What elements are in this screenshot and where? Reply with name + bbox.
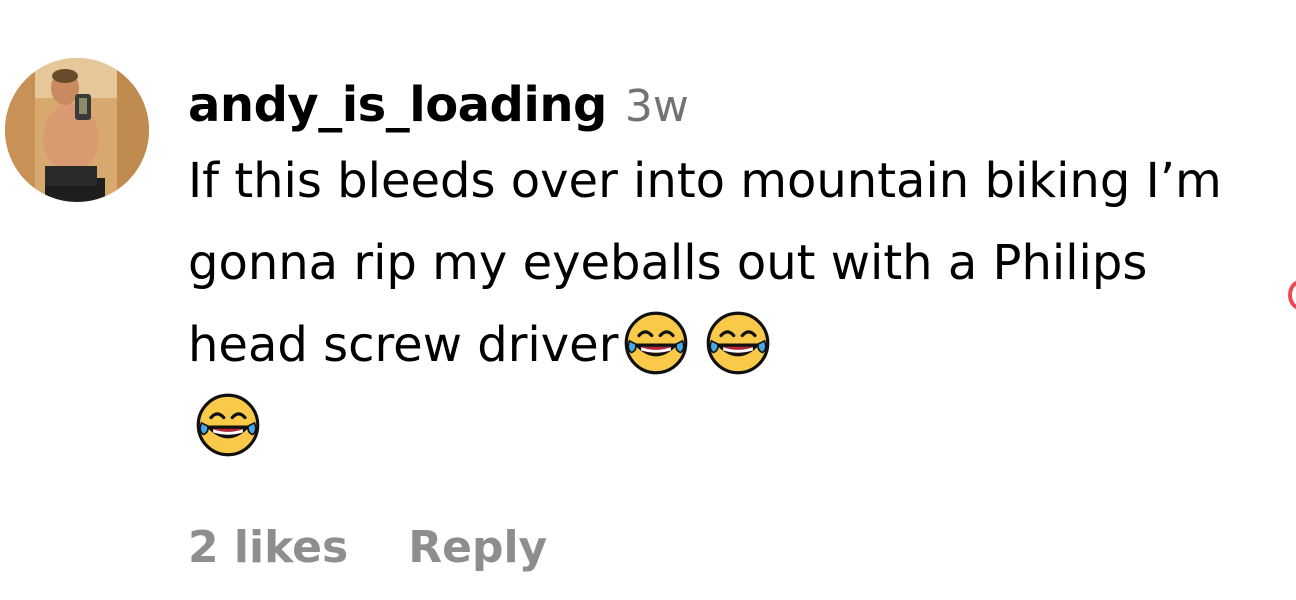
comment-header: andy_is_loading 3w [188, 72, 1268, 138]
face-with-tears-of-joy-icon [625, 311, 688, 375]
likes-count-button[interactable]: 2 likes [188, 518, 348, 578]
avatar-photo [5, 58, 149, 202]
heart-outline-icon[interactable] [1288, 280, 1296, 312]
avatar[interactable] [5, 58, 149, 202]
timestamp[interactable]: 3w [625, 74, 689, 140]
face-with-tears-of-joy-icon [196, 393, 260, 457]
username[interactable]: andy_is_loading [188, 72, 607, 138]
comment-item: andy_is_loading 3w If this bleeds over i… [0, 0, 1296, 600]
comment-text: If this bleeds over into mountain biking… [188, 140, 1258, 468]
face-with-tears-of-joy-icon [707, 311, 770, 375]
comment-actions: 2 likes Reply [188, 518, 547, 578]
comment-content: andy_is_loading 3w If this bleeds over i… [188, 72, 1268, 468]
reply-button[interactable]: Reply [408, 518, 547, 578]
